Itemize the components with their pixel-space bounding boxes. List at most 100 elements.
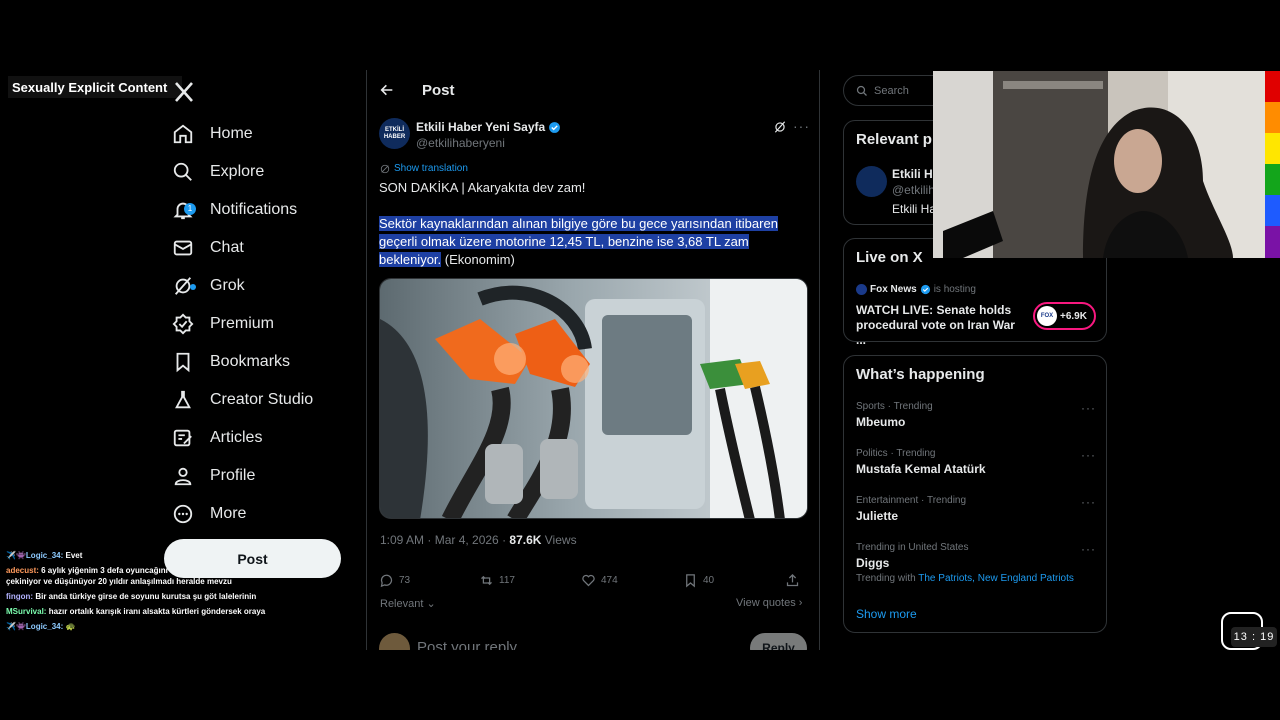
nav-explore-label: Explore (210, 163, 265, 180)
stream-timer: 13 : 19 (1231, 627, 1277, 647)
share-icon (786, 573, 799, 586)
user-avatar[interactable] (379, 633, 410, 650)
nav-creator-studio[interactable]: Creator Studio (172, 381, 313, 419)
post-actions: 73 117 474 40 (379, 570, 809, 590)
post-header: Post (367, 70, 819, 112)
post-media-image[interactable] (379, 278, 808, 519)
grok-new-dot (190, 284, 196, 290)
nav-premium-label: Premium (210, 315, 275, 332)
live-hosting-label: is hosting (933, 284, 976, 295)
post-timestamp[interactable]: 1:09 AM · Mar 4, 2026 · (380, 533, 509, 547)
chat-message: ✈️👾Logic_34: 🐢 (6, 621, 268, 632)
reply-count: 73 (399, 574, 411, 586)
chat-username: ✈️👾Logic_34: (6, 551, 64, 560)
grok-icon-wrap (172, 275, 196, 297)
webcam-feed (933, 71, 1265, 258)
article-icon (173, 429, 192, 447)
live-listeners-pill[interactable]: FOX +6.9K (1033, 302, 1096, 330)
trend-more-icon[interactable]: ··· (1081, 542, 1096, 556)
nav-bookmarks[interactable]: Bookmarks (172, 343, 290, 381)
fox-news-logo: FOX (1037, 306, 1057, 326)
like-action[interactable]: 474 (581, 573, 683, 588)
nav-notifications[interactable]: 1 Notifications (172, 191, 297, 229)
reply-input[interactable]: Post your reply (417, 639, 517, 650)
author-avatar[interactable]: ETKİLİ HABER (379, 118, 410, 149)
chat-message: fingon: Bir anda türkiye girse de soyunu… (6, 591, 268, 602)
more-circle-icon (173, 504, 193, 524)
nav-more[interactable]: More (172, 495, 246, 533)
chat-text: hazır ortalık karışık iranı alsakta kürt… (46, 607, 266, 616)
trend-category: Trending in United States (856, 542, 969, 553)
view-quotes-link[interactable]: View quotes › (736, 597, 802, 609)
nav-creator-studio-label: Creator Studio (210, 391, 314, 408)
content-warning-label: Sexually Explicit Content (8, 76, 182, 98)
search-placeholder: Search (874, 84, 909, 97)
author-name[interactable]: Etkili Haber Yeni Sayfa (416, 120, 545, 134)
author-handle[interactable]: @etkilihaberyeni (416, 136, 505, 150)
bookmark-action[interactable]: 40 (683, 573, 785, 588)
author-name-row[interactable]: Etkili Haber Yeni Sayfa (416, 120, 561, 134)
nav-chat[interactable]: Chat (172, 229, 244, 267)
trend-more-icon[interactable]: ··· (1081, 448, 1096, 462)
premium-icon (172, 313, 194, 335)
home-icon (173, 124, 193, 144)
reply-action[interactable]: 73 (379, 573, 479, 588)
trend-more-icon[interactable]: ··· (1081, 401, 1096, 415)
chat-text: Evet (63, 551, 83, 560)
trend-item[interactable]: Trending in United States Diggs Trending… (856, 542, 1096, 584)
person-icon (174, 467, 192, 486)
nav-premium[interactable]: Premium (172, 305, 274, 343)
trend-related-label: Trending with (856, 573, 919, 584)
share-action[interactable] (785, 573, 800, 588)
reply-button[interactable]: Reply (750, 633, 807, 650)
post-more-icon[interactable]: ··· (793, 118, 810, 134)
live-description[interactable]: WATCH LIVE: Senate holds procedural vote… (856, 303, 1026, 348)
heart-icon (582, 574, 595, 586)
relevant-handle[interactable]: @etkilih (892, 183, 935, 197)
repost-count: 117 (499, 574, 515, 586)
chat-username: ✈️👾Logic_34: (6, 622, 64, 631)
repost-action[interactable]: 117 (479, 573, 581, 588)
show-translation-link[interactable]: Show translation (380, 163, 468, 174)
repost-icon (481, 575, 492, 585)
nav-articles[interactable]: Articles (172, 419, 262, 457)
post-views-count: 87.6K (509, 533, 542, 547)
fuel-pump-photo (380, 279, 807, 518)
trend-item[interactable]: Politics · Trending Mustafa Kemal Atatür… (856, 448, 1096, 476)
trend-item[interactable]: Sports · Trending Mbeumo ··· (856, 401, 1096, 429)
webcam-image (933, 71, 1265, 258)
like-count: 474 (601, 574, 618, 586)
relevant-avatar[interactable] (856, 166, 887, 197)
nav-explore[interactable]: Explore (172, 153, 264, 191)
post-detail-column: Post ETKİLİ HABER Etkili Haber Yeni Sayf… (366, 70, 820, 650)
nav-home[interactable]: Home (172, 115, 253, 153)
post-headline: SON DAKİKA | Akaryakıta dev zam! (379, 180, 586, 195)
bookmark-count: 40 (703, 574, 715, 586)
nav-profile[interactable]: Profile (172, 457, 255, 495)
show-more-link[interactable]: Show more (856, 607, 917, 621)
flask-icon (175, 390, 191, 409)
reply-icon (380, 574, 393, 587)
grok-explain-icon[interactable] (773, 120, 787, 134)
post-body-highlighted: Sektör kaynaklarından alınan bilgiye gör… (379, 216, 778, 267)
post-button[interactable]: Post (164, 539, 341, 578)
post-views-label: Views (541, 533, 577, 547)
trend-name: Juliette (856, 509, 899, 523)
x-logo-icon[interactable] (172, 80, 196, 104)
reply-sort-dropdown[interactable]: Relevant ⌄ (380, 597, 436, 610)
nav-home-label: Home (210, 125, 253, 142)
nav-grok[interactable]: Grok (172, 267, 245, 305)
rainbow-strip (1265, 71, 1280, 258)
chat-username: MSurvival: (6, 607, 47, 616)
trend-name: Mustafa Kemal Atatürk (856, 462, 986, 476)
trend-related: Trending with The Patriots, New England … (856, 573, 1096, 584)
trend-related-topics[interactable]: The Patriots, New England Patriots (918, 573, 1074, 584)
chat-text: Bir anda türkiye girse de soyunu kurutsa… (33, 592, 257, 601)
trend-item[interactable]: Entertainment · Trending Juliette ··· (856, 495, 1096, 523)
back-arrow-icon[interactable] (379, 82, 395, 98)
bookmark-icon (176, 352, 190, 373)
trend-more-icon[interactable]: ··· (1081, 495, 1096, 509)
nav-bookmarks-label: Bookmarks (210, 353, 291, 370)
live-host-row[interactable]: Fox News is hosting (856, 284, 976, 295)
chevron-down-icon: ⌄ (423, 598, 436, 610)
